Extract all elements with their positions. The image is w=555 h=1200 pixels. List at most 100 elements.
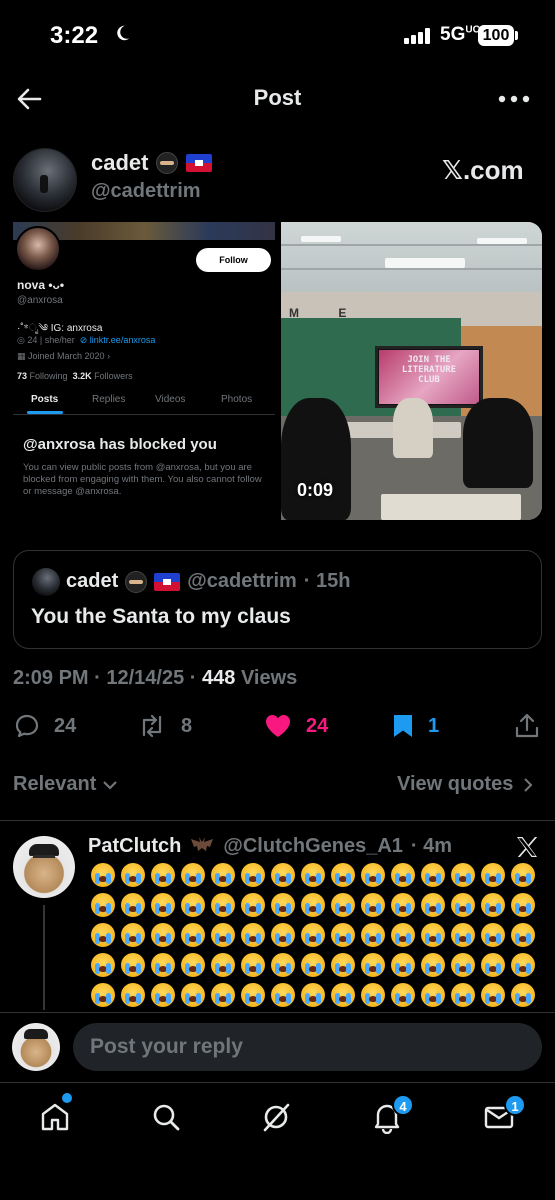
- loudly-crying-face-emoji-icon: [91, 983, 115, 1007]
- link-icon: ⊘: [79, 335, 90, 345]
- loudly-crying-face-emoji-icon: [481, 983, 505, 1007]
- chevron-down-icon: [103, 780, 118, 790]
- loudly-crying-face-emoji-icon: [301, 893, 325, 917]
- reply-input[interactable]: Post your reply: [73, 1023, 542, 1071]
- loudly-crying-face-emoji-icon: [151, 983, 175, 1007]
- divider: [0, 820, 555, 821]
- reply-button[interactable]: 24: [14, 713, 76, 739]
- search-icon[interactable]: [149, 1100, 183, 1134]
- x-logo-icon: [517, 837, 538, 857]
- loudly-crying-face-emoji-icon: [451, 863, 475, 887]
- loudly-crying-face-emoji-icon: [181, 983, 205, 1007]
- profile-meta: ◎ 24 | she/her ⊘ linktr.ee/anxrosa: [17, 335, 156, 345]
- loudly-crying-face-emoji-icon: [451, 923, 475, 947]
- follow-button: Follow: [196, 248, 271, 272]
- loudly-crying-face-emoji-icon: [511, 893, 535, 917]
- reply-avatar[interactable]: [13, 836, 75, 898]
- share-button[interactable]: [514, 713, 540, 739]
- loudly-crying-face-emoji-icon: [331, 983, 355, 1007]
- author-name-row[interactable]: cadet: [91, 150, 213, 176]
- moon-icon: [117, 25, 130, 41]
- repost-icon: [142, 714, 162, 738]
- source-badge: 𝕏.com: [442, 155, 524, 185]
- loudly-crying-face-emoji-icon: [421, 953, 445, 977]
- video-tv-text: JOIN THE LITERATURE CLUB: [401, 355, 457, 385]
- repost-button[interactable]: 8: [137, 713, 192, 739]
- network-label: 5GUC: [440, 24, 480, 45]
- thread-line: [43, 905, 45, 1010]
- loudly-crying-face-emoji-icon: [91, 953, 115, 977]
- loudly-crying-face-emoji-icon: [331, 953, 355, 977]
- page-title: Post: [253, 85, 302, 110]
- loudly-crying-face-emoji-icon: [121, 923, 145, 947]
- tab-posts: Posts: [31, 394, 59, 405]
- loudly-crying-face-emoji-icon: [361, 863, 385, 887]
- video-student: [281, 398, 351, 520]
- home-icon[interactable]: [38, 1100, 72, 1134]
- reply-header[interactable]: PatClutch @ClutchGenes_A1 · 4m: [88, 834, 452, 858]
- loudly-crying-face-emoji-icon: [331, 923, 355, 947]
- loudly-crying-face-emoji-icon: [361, 953, 385, 977]
- author-avatar[interactable]: [13, 148, 77, 212]
- loudly-crying-face-emoji-icon: [391, 893, 415, 917]
- loudly-crying-face-emoji-icon: [211, 893, 235, 917]
- quoted-post-card[interactable]: [13, 550, 542, 649]
- loudly-crying-face-emoji-icon: [301, 953, 325, 977]
- profile-name: nova •ᴗ•: [17, 278, 65, 292]
- loudly-crying-face-emoji-icon: [361, 923, 385, 947]
- divider: [13, 414, 275, 415]
- loudly-crying-face-emoji-icon: [511, 953, 535, 977]
- loudly-crying-face-emoji-icon: [331, 893, 355, 917]
- loudly-crying-face-emoji-icon: [481, 863, 505, 887]
- profile-joined: ▦ Joined March 2020 ›: [17, 351, 111, 361]
- quote-avatar: [32, 568, 60, 596]
- author-name: cadet: [91, 150, 149, 175]
- loudly-crying-face-emoji-icon: [151, 863, 175, 887]
- reply-text-emojis: [88, 862, 538, 1012]
- loudly-crying-face-emoji-icon: [91, 893, 115, 917]
- loudly-crying-face-emoji-icon: [181, 863, 205, 887]
- loudly-crying-face-emoji-icon: [241, 983, 265, 1007]
- composer-avatar: [12, 1023, 60, 1071]
- battery-tip: [515, 31, 518, 40]
- bookmark-button[interactable]: 1: [392, 713, 439, 739]
- loudly-crying-face-emoji-icon: [151, 953, 175, 977]
- grok-icon[interactable]: [259, 1100, 293, 1134]
- loudly-crying-face-emoji-icon: [181, 923, 205, 947]
- loudly-crying-face-emoji-icon: [181, 893, 205, 917]
- sort-dropdown[interactable]: Relevant: [13, 773, 118, 796]
- loudly-crying-face-emoji-icon: [121, 893, 145, 917]
- author-handle[interactable]: @cadettrim: [91, 180, 201, 203]
- heart-filled-icon: [266, 715, 290, 737]
- loudly-crying-face-emoji-icon: [271, 983, 295, 1007]
- reply-author-name: PatClutch: [88, 834, 182, 857]
- loudly-crying-face-emoji-icon: [241, 923, 265, 947]
- video-student: [393, 398, 433, 458]
- home-unread-dot: [62, 1093, 72, 1103]
- battery-icon: 100: [478, 25, 514, 46]
- loudly-crying-face-emoji-icon: [391, 863, 415, 887]
- profile-follow-counts: 73 Following 3.2K Followers: [17, 371, 133, 381]
- loudly-crying-face-emoji-icon: [91, 863, 115, 887]
- reply-author-handle: @ClutchGenes_A1: [223, 834, 403, 857]
- loudly-crying-face-emoji-icon: [421, 923, 445, 947]
- loudly-crying-face-emoji-icon: [391, 983, 415, 1007]
- status-time: 3:22: [50, 22, 99, 49]
- loudly-crying-face-emoji-icon: [511, 923, 535, 947]
- like-button[interactable]: 24: [264, 713, 328, 739]
- view-quotes-link[interactable]: View quotes: [397, 773, 533, 796]
- loudly-crying-face-emoji-icon: [451, 983, 475, 1007]
- loudly-crying-face-emoji-icon: [331, 863, 355, 887]
- loudly-crying-face-emoji-icon: [271, 863, 295, 887]
- loudly-crying-face-emoji-icon: [151, 893, 175, 917]
- calendar-icon: ▦: [17, 351, 29, 361]
- media-video-classroom[interactable]: M E JOIN THE LITERATURE CLUB: [281, 222, 542, 520]
- tab-photos: Photos: [221, 394, 253, 405]
- more-icon[interactable]: [498, 95, 530, 103]
- quote-author-name: cadet: [66, 570, 119, 592]
- media-image-profile-screenshot[interactable]: Follow nova •ᴗ• @anxrosa ·˚*ೃ༄ IG: anxro…: [13, 222, 275, 520]
- loudly-crying-face-emoji-icon: [481, 953, 505, 977]
- tab-videos: Videos: [155, 394, 186, 405]
- loudly-crying-face-emoji-icon: [181, 953, 205, 977]
- loudly-crying-face-emoji-icon: [511, 983, 535, 1007]
